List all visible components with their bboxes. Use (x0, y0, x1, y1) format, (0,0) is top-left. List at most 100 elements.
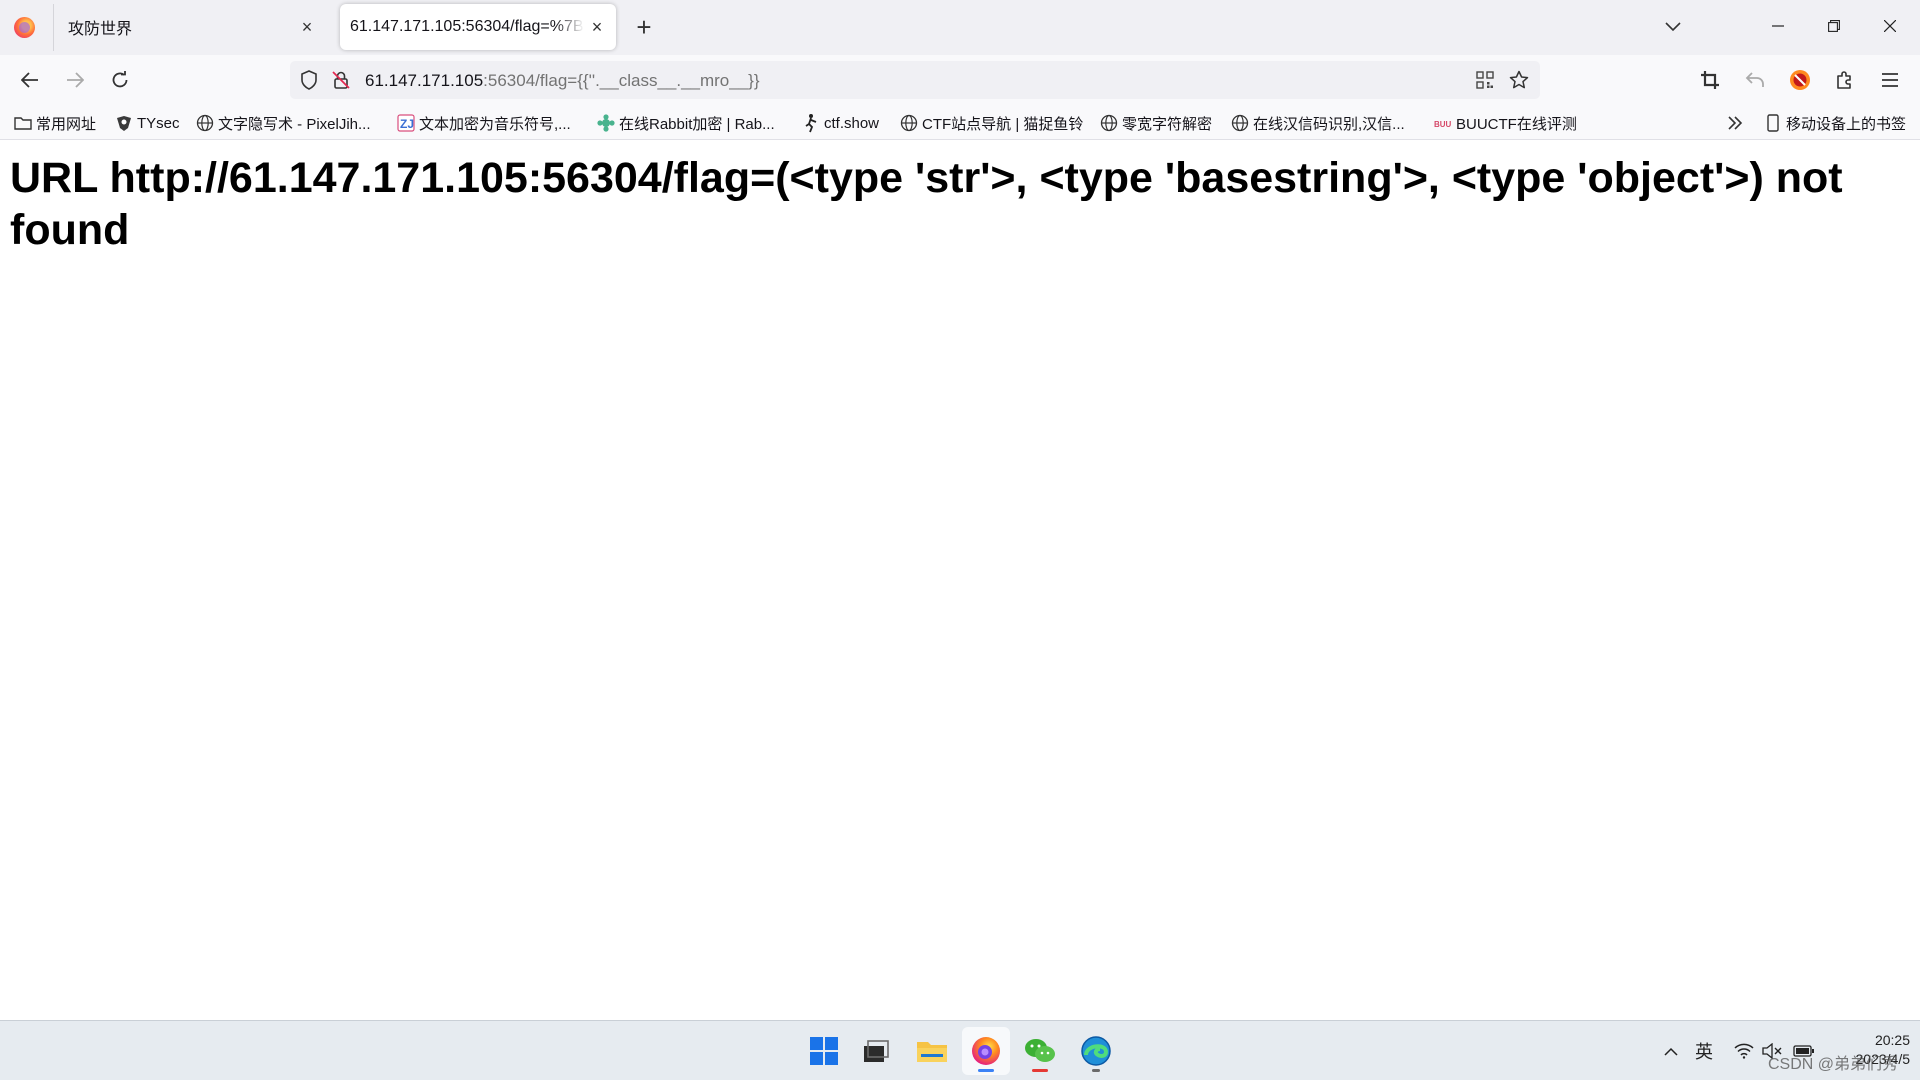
navigation-toolbar: 61.147.171.105:56304/flag={{''.__class__… (0, 55, 1920, 105)
running-indicator (978, 1069, 994, 1072)
edge-icon (1081, 1036, 1111, 1066)
bookmark-star-icon[interactable] (1508, 69, 1530, 91)
mobile-bookmarks-folder[interactable]: 移动设备上的书签 (1764, 111, 1906, 135)
bookmark-tysec[interactable]: TYsec (115, 111, 180, 135)
extension-addon-icon[interactable] (1784, 64, 1816, 96)
error-heading: URL http://61.147.171.105:56304/flag=(<t… (10, 154, 1843, 254)
page-content: URL http://61.147.171.105:56304/flag=(<t… (0, 140, 1920, 1020)
globe-icon (196, 114, 214, 132)
ctfshow-icon (802, 114, 820, 133)
globe-icon (1100, 114, 1118, 132)
bookmark-hanxin-code[interactable]: 在线汉信码识别,汉信... (1231, 111, 1405, 135)
tysec-icon (115, 114, 133, 132)
bookmark-music-cipher[interactable]: ZJ 文本加密为音乐符号,... (397, 111, 571, 135)
firefox-view-icon[interactable] (14, 17, 35, 38)
minimize-icon (1772, 25, 1784, 27)
bookmark-folder-common-sites[interactable]: 常用网址 (14, 111, 96, 135)
arrow-left-icon (21, 72, 38, 88)
wifi-icon[interactable] (1732, 1039, 1756, 1063)
restore-icon (1828, 20, 1840, 32)
url-host: 61.147.171.105 (365, 71, 484, 90)
firefox-icon (972, 1037, 1000, 1065)
windows-taskbar: 英 20:25 2023/4/5 (0, 1020, 1920, 1080)
tab-title: 攻防世界 (68, 21, 133, 38)
tab-flag-url[interactable]: 61.147.171.105:56304/flag=%7B%7B''.__cla… (340, 4, 616, 50)
bookmark-label: TYsec (137, 114, 180, 132)
task-view-icon (864, 1040, 889, 1062)
restore-button[interactable] (1806, 0, 1862, 52)
close-tab-icon[interactable]: × (294, 14, 320, 40)
tracking-protection-shield-icon[interactable] (298, 69, 320, 91)
edge-taskbar-button[interactable] (1072, 1027, 1120, 1075)
svg-text:BUU: BUU (1434, 120, 1452, 129)
buuctf-icon: BUU (1434, 114, 1452, 132)
bookmark-ctfshow[interactable]: ctf.show (802, 111, 879, 135)
bookmark-pixeljihad[interactable]: 文字隐写术 - PixelJih... (196, 111, 371, 135)
bookmark-label: 移动设备上的书签 (1786, 115, 1907, 133)
address-bar[interactable]: 61.147.171.105:56304/flag={{''.__class__… (290, 61, 1540, 99)
mobile-device-icon (1764, 114, 1782, 132)
notification-indicator (1032, 1069, 1048, 1072)
wechat-taskbar-button[interactable] (1016, 1027, 1064, 1075)
wechat-icon (1025, 1039, 1055, 1062)
close-tab-icon[interactable]: × (584, 14, 610, 40)
tab-separator (53, 4, 54, 51)
firefox-taskbar-button[interactable] (962, 1027, 1010, 1075)
windows-logo-icon (810, 1037, 838, 1065)
chevron-double-right-icon (1726, 114, 1744, 132)
new-tab-button[interactable]: + (628, 11, 660, 43)
chevron-up-icon (1664, 1047, 1678, 1056)
extensions-puzzle-icon[interactable] (1829, 64, 1861, 96)
bookmark-label: CTF站点导航 | 猫捉鱼铃 (922, 115, 1084, 133)
svg-text:ZJ: ZJ (400, 117, 414, 131)
running-indicator (1092, 1069, 1100, 1072)
reload-icon (112, 71, 128, 88)
forward-button[interactable] (57, 62, 93, 98)
url-path: :56304/flag={{''.__class__.__mro__}} (483, 71, 760, 90)
tab-title: 61.147.171.105:56304/flag=%7B%7B''.__cla… (350, 18, 584, 35)
minimize-button[interactable] (1750, 0, 1806, 52)
globe-icon (900, 114, 918, 132)
rabbit-icon (597, 114, 615, 132)
arrow-right-icon (67, 72, 84, 88)
bookmark-label: 文字隐写术 - PixelJih... (218, 115, 371, 133)
insecure-lock-icon[interactable] (330, 69, 352, 91)
bookmark-rabbit[interactable]: 在线Rabbit加密 | Rab... (597, 111, 775, 135)
file-explorer-button[interactable] (908, 1027, 956, 1075)
start-button[interactable] (800, 1027, 848, 1075)
qr-code-icon[interactable] (1474, 69, 1496, 91)
tab-gongfang[interactable]: 攻防世界 × (56, 4, 326, 50)
hamburger-menu-icon[interactable] (1874, 64, 1906, 96)
zj-icon: ZJ (397, 114, 415, 132)
bookmark-label: 文本加密为音乐符号,... (419, 115, 571, 133)
close-window-button[interactable] (1862, 0, 1918, 52)
clock-time: 20:25 (1874, 1032, 1910, 1048)
csdn-watermark: CSDN @弟弟们秀 (1768, 1056, 1899, 1073)
undo-icon[interactable] (1739, 64, 1771, 96)
folder-icon (917, 1042, 947, 1062)
task-view-button[interactable] (852, 1027, 900, 1075)
bookmarks-overflow-button[interactable] (1726, 111, 1748, 135)
list-all-tabs-button[interactable] (1658, 12, 1688, 42)
screenshot-crop-icon[interactable] (1694, 64, 1726, 96)
bookmark-zero-width[interactable]: 零宽字符解密 (1100, 111, 1212, 135)
chevron-down-icon (1665, 22, 1681, 32)
bookmark-label: 在线汉信码识别,汉信... (1253, 115, 1405, 133)
globe-icon (1231, 114, 1249, 132)
folder-icon (14, 114, 32, 132)
bookmark-ctf-nav[interactable]: CTF站点导航 | 猫捉鱼铃 (900, 111, 1083, 135)
back-button[interactable] (12, 62, 48, 98)
bookmark-label: 零宽字符解密 (1122, 115, 1213, 133)
bookmark-buuctf[interactable]: BUU BUUCTF在线评测 (1434, 111, 1577, 135)
tab-strip: 攻防世界 × 61.147.171.105:56304/flag=%7B%7B'… (0, 0, 1920, 55)
url-text[interactable]: 61.147.171.105:56304/flag={{''.__class__… (365, 71, 760, 91)
reload-button[interactable] (102, 62, 138, 98)
bookmarks-toolbar: 常用网址 TYsec 文字隐写术 - PixelJih... ZJ 文本加密为音… (0, 105, 1920, 140)
bookmark-label: 在线Rabbit加密 | Rab... (619, 115, 775, 133)
input-method-indicator[interactable]: 英 (1692, 1039, 1716, 1063)
bookmark-label: ctf.show (824, 114, 880, 132)
bookmark-label: 常用网址 (36, 115, 97, 133)
close-icon (1884, 20, 1896, 32)
show-hidden-icons-button[interactable] (1660, 1039, 1682, 1063)
bookmark-label: BUUCTF在线评测 (1456, 115, 1577, 133)
